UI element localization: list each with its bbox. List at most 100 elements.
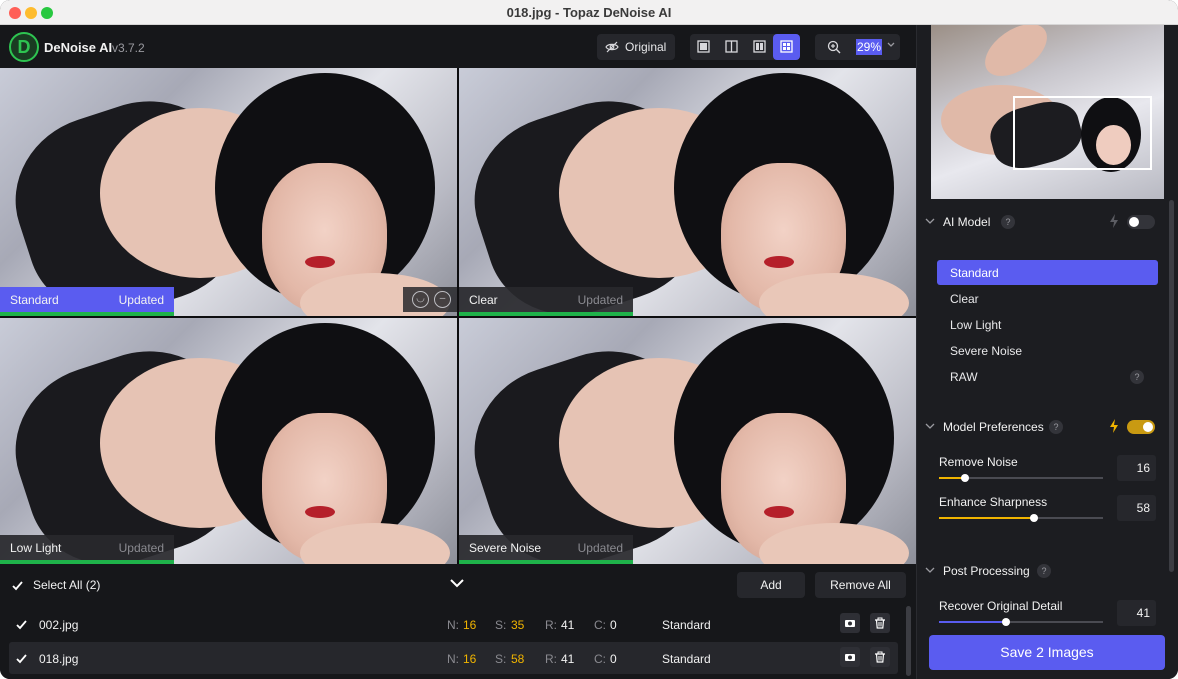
file-model: Standard (662, 618, 711, 632)
enhance-sharpness-slider[interactable] (939, 514, 1103, 522)
comparison-grid: Standard Updated ◡ – Clear Updated Low L… (0, 68, 916, 564)
chevron-down-icon (925, 423, 935, 429)
color-key: C: (594, 618, 606, 632)
preview-file-button[interactable] (840, 647, 860, 667)
file-checkbox[interactable] (15, 652, 28, 665)
file-name: 018.jpg (39, 652, 79, 666)
slider-knob[interactable] (1030, 514, 1039, 522)
preview-image (0, 68, 457, 316)
remove-noise-slider[interactable] (939, 474, 1103, 482)
preview-pane-clear[interactable]: Clear Updated (459, 68, 916, 316)
model-option-clear[interactable]: Clear (937, 286, 1158, 311)
file-list-scrollbar[interactable] (906, 606, 911, 676)
help-icon[interactable]: ? (1049, 420, 1063, 434)
pane-status: Updated (118, 293, 164, 307)
neutral-face-icon[interactable]: – (434, 291, 451, 308)
post-processing-header[interactable]: Post Processing ? (917, 558, 1178, 584)
save-images-button[interactable]: Save 2 Images (929, 635, 1165, 670)
panel-scrollbar[interactable] (1169, 200, 1174, 572)
preview-pane-severe-noise[interactable]: Severe Noise Updated (459, 318, 916, 564)
side-by-side-button[interactable] (746, 34, 773, 60)
sharpness-value: 35 (511, 618, 525, 632)
sharpness-value: 58 (511, 652, 525, 666)
recover-detail-value[interactable]: 41 (1117, 600, 1156, 626)
noise-value: 16 (463, 652, 477, 666)
file-row[interactable]: 018.jpg N: 16 S: 58 R: 41 C: 0 Standard (9, 642, 898, 674)
split-view-button[interactable] (718, 34, 745, 60)
model-option-raw[interactable]: RAW ? (937, 364, 1158, 389)
comparison-grid-button[interactable] (773, 34, 800, 60)
smile-icon[interactable]: ◡ (412, 291, 429, 308)
delete-file-button[interactable] (870, 613, 890, 633)
pane-model-name: Standard (10, 293, 59, 307)
feedback-box: ◡ – (403, 287, 457, 312)
file-row[interactable]: 002.jpg N: 16 S: 35 R: 41 C: 0 Standard (9, 608, 898, 640)
progress-bar (459, 312, 633, 316)
recover-key: R: (545, 652, 557, 666)
remove-noise-value[interactable]: 16 (1117, 455, 1156, 481)
trash-icon (875, 651, 885, 663)
pane-status: Updated (577, 293, 623, 307)
camera-icon (845, 620, 855, 627)
preview-pane-low-light[interactable]: Low Light Updated (0, 318, 457, 564)
help-icon[interactable]: ? (1001, 215, 1015, 229)
model-option-severe-noise[interactable]: Severe Noise (937, 338, 1158, 363)
progress-bar (0, 312, 174, 316)
help-icon[interactable]: ? (1130, 370, 1144, 384)
trash-icon (875, 617, 885, 629)
navigator-thumbnail[interactable] (931, 25, 1164, 199)
pane-label: Severe Noise Updated (459, 535, 633, 560)
app-logo: D (9, 32, 39, 62)
recover-key: R: (545, 618, 557, 632)
pane-status: Updated (577, 541, 623, 555)
model-option-low-light[interactable]: Low Light (937, 312, 1158, 337)
recover-detail-slider[interactable] (939, 618, 1103, 626)
slider-knob[interactable] (1002, 618, 1011, 626)
preview-image (0, 318, 457, 564)
pane-status: Updated (118, 541, 164, 555)
model-option-standard[interactable]: Standard (937, 260, 1158, 285)
color-value: 0 (610, 618, 617, 632)
chevron-down-icon[interactable] (887, 42, 895, 48)
navigator-viewport[interactable] (1013, 96, 1152, 170)
zoom-control[interactable]: 29% (815, 34, 900, 60)
preview-pane-standard[interactable]: Standard Updated ◡ – (0, 68, 457, 316)
help-icon[interactable]: ? (1037, 564, 1051, 578)
add-button[interactable]: Add (737, 572, 805, 598)
eye-slash-icon (605, 41, 619, 53)
original-toggle-button[interactable]: Original (597, 34, 675, 60)
preview-file-button[interactable] (840, 613, 860, 633)
noise-key: N: (447, 618, 459, 632)
file-name: 002.jpg (39, 618, 79, 632)
pane-model-name: Clear (469, 293, 498, 307)
pane-label: Low Light Updated (0, 535, 174, 560)
app-window: 018.jpg - Topaz DeNoise AI D DeNoise AI … (0, 0, 1178, 679)
model-preferences-header[interactable]: Model Preferences ? (917, 414, 1178, 440)
enhance-sharpness-value[interactable]: 58 (1117, 495, 1156, 521)
noise-key: N: (447, 652, 459, 666)
enhance-sharpness-label: Enhance Sharpness (939, 495, 1048, 509)
remove-all-button[interactable]: Remove All (815, 572, 906, 598)
pane-model-name: Severe Noise (469, 541, 542, 555)
pane-label: Standard Updated (0, 287, 174, 312)
settings-panel: AI Model ? Standard Clear Low Light Seve… (916, 25, 1178, 679)
zoom-value[interactable]: 29% (856, 39, 883, 55)
recover-value: 41 (561, 618, 575, 632)
ai-model-auto-toggle[interactable] (1127, 215, 1155, 229)
model-preferences-title: Model Preferences (943, 420, 1044, 434)
delete-file-button[interactable] (870, 647, 890, 667)
collapse-chevron-icon[interactable] (449, 577, 465, 589)
model-preferences-auto-toggle[interactable] (1127, 420, 1155, 434)
ai-model-header[interactable]: AI Model ? (917, 209, 1178, 235)
chevron-down-icon (925, 218, 935, 224)
file-checkbox[interactable] (15, 618, 28, 631)
preview-image (459, 318, 916, 564)
noise-value: 16 (463, 618, 477, 632)
select-all-checkbox[interactable] (11, 579, 24, 592)
slider-knob[interactable] (961, 474, 970, 482)
file-model: Standard (662, 652, 711, 666)
lightning-icon (1110, 214, 1118, 228)
slider-fill (939, 621, 1007, 623)
single-view-button[interactable] (690, 34, 717, 60)
slider-fill (939, 517, 1035, 519)
